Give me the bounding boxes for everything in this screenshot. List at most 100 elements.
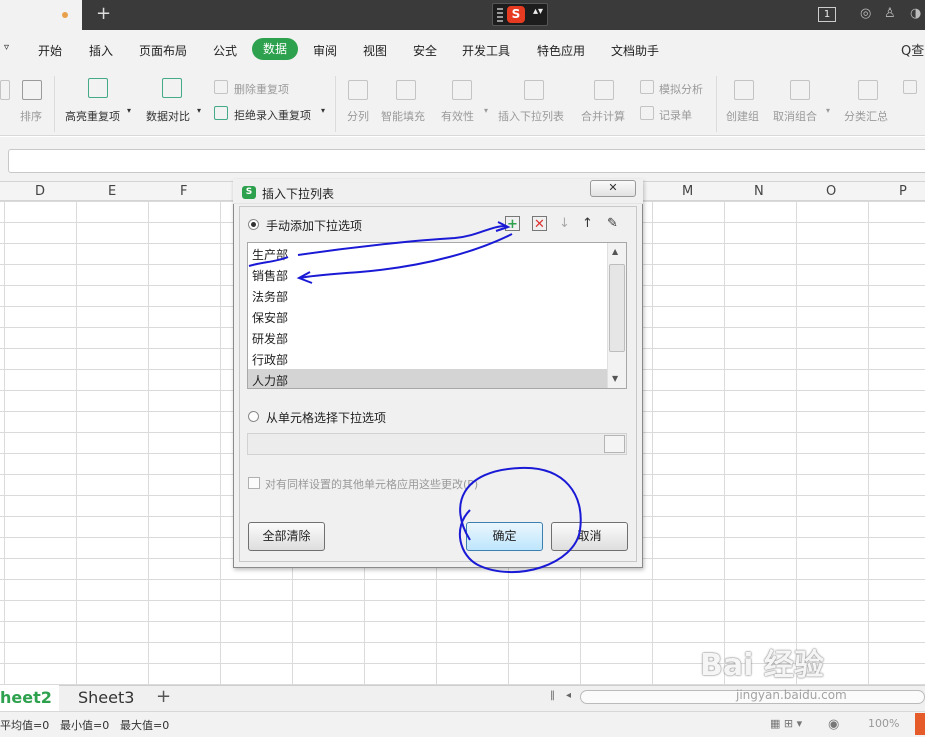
manual-option-radio[interactable] [248,219,259,230]
new-tab-button[interactable]: + [96,3,111,25]
list-item[interactable]: 保安部 [252,309,288,326]
skin-icon[interactable]: ◎ [860,6,871,21]
ungroup-icon [790,80,810,100]
shirt-icon[interactable]: ♙ [884,6,896,21]
cell-option-label[interactable]: 从单元格选择下拉选项 [266,409,386,426]
menu-view[interactable]: 视图 [363,42,387,59]
validity-button[interactable]: 有效性 [441,108,474,124]
list-item-selected[interactable]: 人力部 [252,372,288,389]
range-select-button[interactable] [604,435,625,453]
menu-security[interactable]: 安全 [413,42,437,59]
create-group-button[interactable]: 创建组 [726,108,759,124]
column-f-label[interactable]: F [180,184,187,199]
simulate-icon [640,80,654,94]
add-item-icon[interactable]: + [505,216,520,232]
menu-review[interactable]: 审阅 [313,42,337,59]
record-button[interactable]: 记录单 [659,107,692,123]
scroll-split-icon[interactable]: ‖ [550,690,555,701]
menu-insert[interactable]: 插入 [89,42,113,59]
merge-calc-button[interactable]: 合并计算 [581,108,625,124]
move-up-icon[interactable]: ↑ [580,216,595,231]
unsaved-dot-icon [62,12,68,18]
toolbar-separator [54,76,55,132]
dropdown-arrow-icon[interactable]: ▾ [197,106,201,115]
move-down-icon[interactable]: ↓ [557,216,572,231]
sheet-tab-sheet2[interactable]: heet2 [0,688,52,707]
menu-features[interactable]: 特色应用 [537,42,585,59]
validity-icon [452,80,472,100]
search-button[interactable]: Q查 [901,40,924,59]
list-item[interactable]: 生产部 [252,246,288,263]
scroll-up-icon[interactable]: ▲ [612,247,618,256]
document-tab[interactable] [0,0,82,30]
dialog-close-button[interactable]: ✕ [590,180,636,197]
dropdown-arrow-icon[interactable]: ▾ [484,106,488,115]
smart-fill-icon [396,80,416,100]
view-mode-icon[interactable]: ▦ ⊞ ▾ [770,717,802,730]
apply-others-checkbox[interactable] [248,477,260,489]
menu-page-layout[interactable]: 页面布局 [139,42,187,59]
simulate-button[interactable]: 模拟分析 [659,81,703,97]
delete-duplicate-button[interactable]: 删除重复项 [234,81,289,97]
list-item[interactable]: 行政部 [252,351,288,368]
status-average: 平均值=0 [0,719,50,732]
dropdown-items-list[interactable] [247,242,627,389]
sheet-tab-sheet3[interactable]: Sheet3 [78,688,134,707]
sort-button[interactable]: 排序 [20,108,42,124]
menu-data[interactable]: 数据 [252,38,298,60]
ime-arrow-icon[interactable]: ▴▾ [533,6,543,17]
cancel-button[interactable]: 取消 [551,522,628,551]
subtotal-button[interactable]: 分类汇总 [844,108,888,124]
split-column-button[interactable]: 分列 [347,108,369,124]
menu-developer[interactable]: 开发工具 [462,42,510,59]
highlight-duplicate-icon [88,78,108,98]
smart-fill-button[interactable]: 智能填充 [381,108,425,124]
column-o-label[interactable]: O [826,184,836,199]
column-m-label[interactable]: M [682,184,693,199]
list-item[interactable]: 销售部 [252,267,288,284]
formula-input[interactable] [8,149,925,173]
list-item[interactable]: 研发部 [252,330,288,347]
delete-item-icon[interactable]: ✕ [532,216,547,232]
data-compare-button[interactable]: 数据对比 [146,108,190,124]
baidu-watermark: Bai 经验 [700,648,824,683]
column-n-label[interactable]: N [754,184,764,199]
cell-option-radio[interactable] [248,411,259,422]
ime-toolbar[interactable]: S ▴▾ [492,3,548,26]
ungroup-button[interactable]: 取消组合 [773,108,817,124]
cell-range-input[interactable] [247,433,627,455]
create-group-icon [734,80,754,100]
apply-others-label[interactable]: 对有同样设置的其他单元格应用这些更改(P) [265,476,478,492]
selected-row-highlight [248,369,607,388]
menu-dropdown-icon[interactable]: ▿ [4,42,9,53]
zoom-level[interactable]: 100% [868,717,899,730]
reject-duplicate-button[interactable]: 拒绝录入重复项 [234,107,311,123]
data-compare-icon [162,78,182,98]
menu-start[interactable]: 开始 [38,42,62,59]
scroll-thumb[interactable] [609,264,625,352]
dropdown-arrow-icon[interactable]: ▾ [321,106,325,115]
dropdown-arrow-icon[interactable]: ▾ [826,106,830,115]
manual-option-label[interactable]: 手动添加下拉选项 [266,217,362,234]
dialog-title: 插入下拉列表 [262,187,335,201]
scroll-down-icon[interactable]: ▼ [612,374,618,383]
clear-all-button[interactable]: 全部清除 [248,522,325,551]
menu-formula[interactable]: 公式 [213,42,237,59]
ok-button[interactable]: 确定 [466,522,543,551]
column-e-label[interactable]: E [108,184,116,199]
user-icon[interactable]: ◑ [910,6,921,21]
reject-duplicate-icon [214,106,228,120]
menu-doc-helper[interactable]: 文档助手 [611,42,659,59]
insert-dropdown-button[interactable]: 插入下拉列表 [498,108,564,124]
column-d-label[interactable]: D [35,184,45,199]
eye-protect-icon[interactable]: ◉ [828,717,839,732]
highlight-duplicate-button[interactable]: 高亮重复项 [65,108,120,124]
column-p-label[interactable]: P [899,184,907,199]
dropdown-arrow-icon[interactable]: ▾ [127,106,131,115]
scroll-left-icon[interactable]: ◂ [566,690,571,701]
sort-icon [22,80,42,100]
list-item[interactable]: 法务部 [252,288,288,305]
edit-item-icon[interactable]: ✎ [605,216,620,231]
window-count-badge[interactable]: 1 [818,7,836,22]
add-sheet-button[interactable]: + [156,686,171,707]
